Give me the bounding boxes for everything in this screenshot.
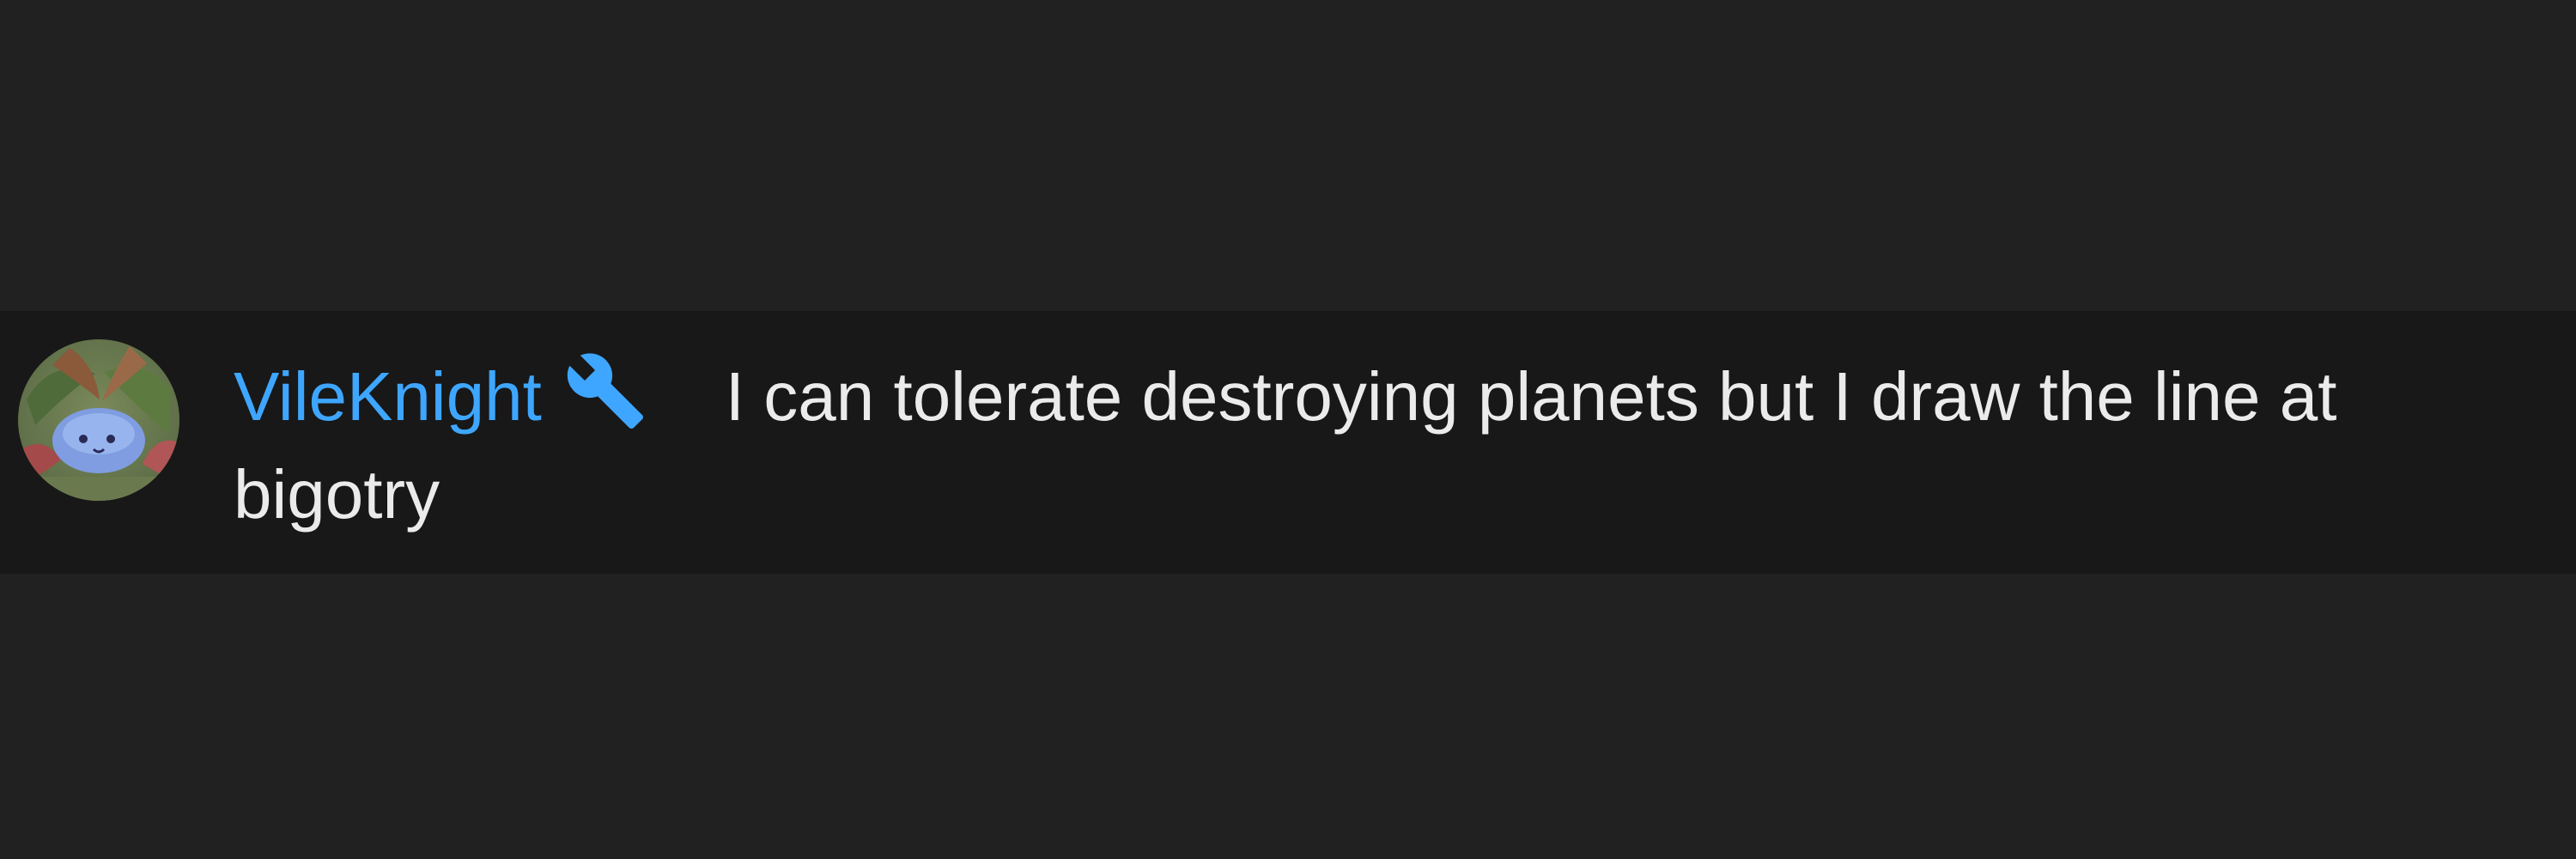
author-avatar[interactable] xyxy=(18,339,179,501)
avatar-image xyxy=(18,339,179,501)
wrench-icon xyxy=(564,350,647,432)
chat-message-row[interactable]: VileKnight I can tolerate destroying plan… xyxy=(0,311,2576,574)
message-text: I can tolerate destroying planets but I … xyxy=(234,358,2337,533)
chat-message: VileKnight I can tolerate destroying plan… xyxy=(234,348,2535,544)
author-name[interactable]: VileKnight xyxy=(234,358,542,435)
